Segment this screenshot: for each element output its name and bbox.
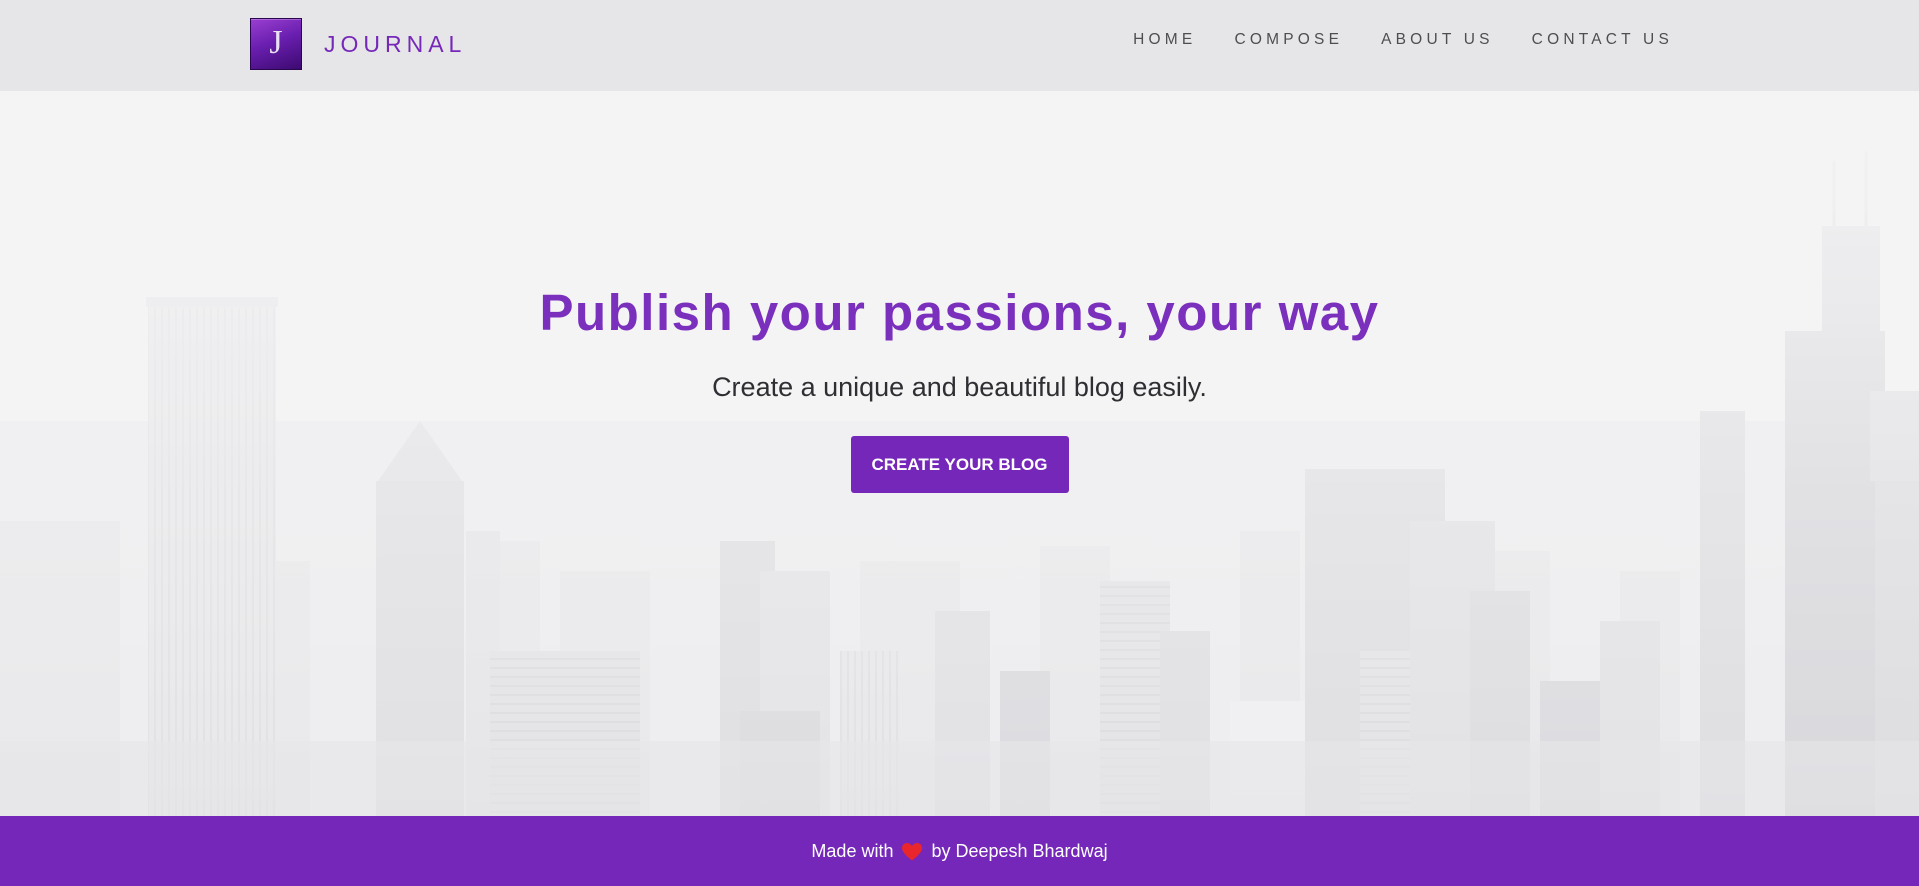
nav-item-compose[interactable]: COMPOSE bbox=[1234, 31, 1343, 49]
nav-menu: HOME COMPOSE ABOUT US CONTACT US bbox=[1095, 31, 1673, 49]
nav-item-about-us[interactable]: ABOUT US bbox=[1381, 31, 1494, 49]
hero-content: Publish your passions, your way Create a… bbox=[0, 287, 1919, 493]
nav-item-contact-us[interactable]: CONTACT US bbox=[1532, 31, 1673, 49]
hero-subtitle: Create a unique and beautiful blog easil… bbox=[712, 372, 1207, 402]
footer-prefix: Made with bbox=[811, 840, 894, 861]
footer: Made with by Deepesh Bhardwaj bbox=[0, 816, 1919, 886]
nav-item-home[interactable]: HOME bbox=[1133, 31, 1196, 49]
brand-name: JOURNAL bbox=[324, 30, 467, 57]
footer-author: by Deepesh Bhardwaj bbox=[931, 840, 1108, 861]
heart-icon bbox=[902, 843, 923, 861]
hero-section: Publish your passions, your way Create a… bbox=[0, 91, 1919, 816]
brand-link[interactable]: J JOURNAL bbox=[250, 18, 466, 70]
hero-title: Publish your passions, your way bbox=[539, 284, 1380, 341]
navbar: J JOURNAL HOME COMPOSE ABOUT US CONTACT … bbox=[0, 0, 1919, 91]
logo-letter: J bbox=[269, 24, 283, 61]
logo-icon: J bbox=[250, 18, 302, 70]
create-blog-button[interactable]: CREATE YOUR BLOG bbox=[850, 436, 1069, 493]
